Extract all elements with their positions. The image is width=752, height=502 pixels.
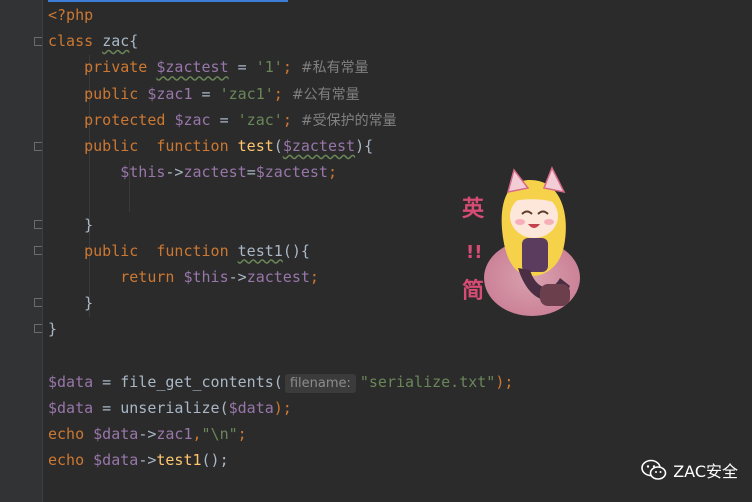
code-token: return	[48, 267, 184, 286]
code-token: <?php	[48, 6, 94, 24]
code-line[interactable]: echo $data->zac1,"\n";	[48, 421, 748, 447]
code-token: protected	[48, 110, 175, 129]
code-token: ;	[282, 58, 301, 77]
code-token: public function	[48, 136, 238, 155]
code-line[interactable]: $data = file_get_contents(filename: "seri…	[48, 369, 748, 395]
code-token: #受保护的常量	[300, 112, 397, 129]
code-token: file_get_contents	[120, 372, 274, 391]
code-line[interactable]: }	[48, 316, 748, 342]
code-token: ->	[165, 163, 184, 182]
code-token: =	[228, 58, 256, 77]
gutter-separator	[42, 0, 43, 502]
code-token: test	[237, 136, 274, 155]
code-token: class	[48, 32, 103, 51]
code-token: =	[246, 163, 256, 182]
code-line[interactable]	[48, 185, 748, 211]
code-token: $data	[48, 372, 94, 391]
code-token: zac1	[156, 425, 193, 443]
code-token: =	[93, 372, 121, 391]
code-token: ,	[192, 425, 202, 443]
code-token: zac	[102, 32, 130, 51]
code-line[interactable]: return $this->zactest;	[48, 264, 748, 290]
code-token: private	[48, 58, 157, 77]
code-token: $data	[93, 451, 139, 470]
code-token: (	[273, 136, 283, 155]
code-token: test1	[156, 451, 202, 470]
code-token: $data	[228, 398, 274, 417]
code-line[interactable]: public function test1(){	[48, 238, 748, 264]
code-token: $zactest	[282, 136, 356, 155]
code-token: ->	[228, 267, 247, 286]
code-token: ){	[355, 136, 374, 155]
code-token: 'zac'	[237, 110, 283, 129]
code-token: {	[129, 32, 139, 51]
code-token: zactest	[183, 163, 247, 182]
code-token: ->	[138, 425, 157, 443]
code-line[interactable]: protected $zac = 'zac'; #受保护的常量	[48, 107, 748, 133]
code-token: $this	[120, 163, 166, 182]
code-token: (	[273, 372, 283, 391]
anime-sticker: 英 !! 简	[462, 166, 580, 316]
code-token: $data	[93, 425, 139, 443]
code-token: $data	[48, 398, 94, 417]
code-token: '1'	[255, 58, 283, 77]
code-token: =	[210, 110, 238, 129]
wechat-icon	[641, 459, 667, 480]
code-token: public	[48, 84, 148, 103]
parameter-hint: filename:	[284, 373, 356, 393]
code-line[interactable]: public $zac1 = 'zac1'; #公有常量	[48, 81, 748, 107]
code-token: "\n"	[201, 425, 238, 443]
code-token: }	[48, 215, 94, 234]
code-token: #私有常量	[300, 60, 369, 77]
code-token: ;	[309, 267, 319, 286]
sticker-text-top: 英	[462, 197, 485, 222]
code-token: $this	[183, 267, 229, 286]
sticker-text-bottom: 简	[462, 278, 484, 304]
code-token: (	[219, 398, 229, 417]
code-token: public function	[48, 241, 238, 260]
watermark: ZAC安全	[641, 458, 738, 482]
code-token: ;	[237, 425, 247, 443]
code-token: (){	[282, 241, 310, 260]
code-line[interactable]: }	[48, 212, 748, 238]
code-token: $zactest	[156, 58, 229, 77]
code-line[interactable]: public function test($zactest){	[48, 133, 748, 159]
code-token: 'zac1'	[219, 84, 274, 103]
code-token: =	[93, 398, 121, 417]
sticker-text-mid: !!	[466, 242, 482, 263]
code-token: }	[48, 294, 94, 313]
code-token: ;	[273, 84, 292, 103]
code-token: $zac	[174, 110, 211, 129]
code-token: echo	[48, 451, 94, 470]
code-token: );	[273, 398, 292, 417]
code-token: ;	[327, 163, 337, 182]
code-token: "serialize.txt"	[359, 372, 496, 391]
code-token: $zac1	[147, 84, 193, 103]
code-token: #公有常量	[291, 86, 360, 103]
code-token: $zactest	[255, 163, 328, 182]
code-token: test1	[237, 241, 283, 260]
code-editor[interactable]: <?php class zac{ private $zactest = '1'; …	[48, 2, 748, 473]
code-line[interactable]	[48, 342, 748, 368]
code-token: ();	[201, 451, 229, 470]
code-token: zactest	[246, 267, 310, 286]
code-token: }	[48, 320, 58, 339]
editor-gutter	[0, 0, 43, 502]
code-line[interactable]: private $zactest = '1'; #私有常量	[48, 54, 748, 80]
code-token: =	[192, 84, 220, 103]
code-line[interactable]: }	[48, 290, 748, 316]
code-line[interactable]: <?php	[48, 2, 748, 28]
code-token: );	[495, 372, 514, 391]
code-token: ;	[282, 110, 301, 129]
code-line[interactable]: class zac{	[48, 28, 748, 54]
watermark-label: ZAC安全	[673, 462, 738, 481]
code-line[interactable]: $data = unserialize($data);	[48, 395, 748, 421]
code-token: ->	[138, 451, 157, 470]
code-token: unserialize	[120, 398, 220, 417]
code-token: echo	[48, 425, 94, 443]
code-line[interactable]: $this->zactest=$zactest;	[48, 159, 748, 185]
